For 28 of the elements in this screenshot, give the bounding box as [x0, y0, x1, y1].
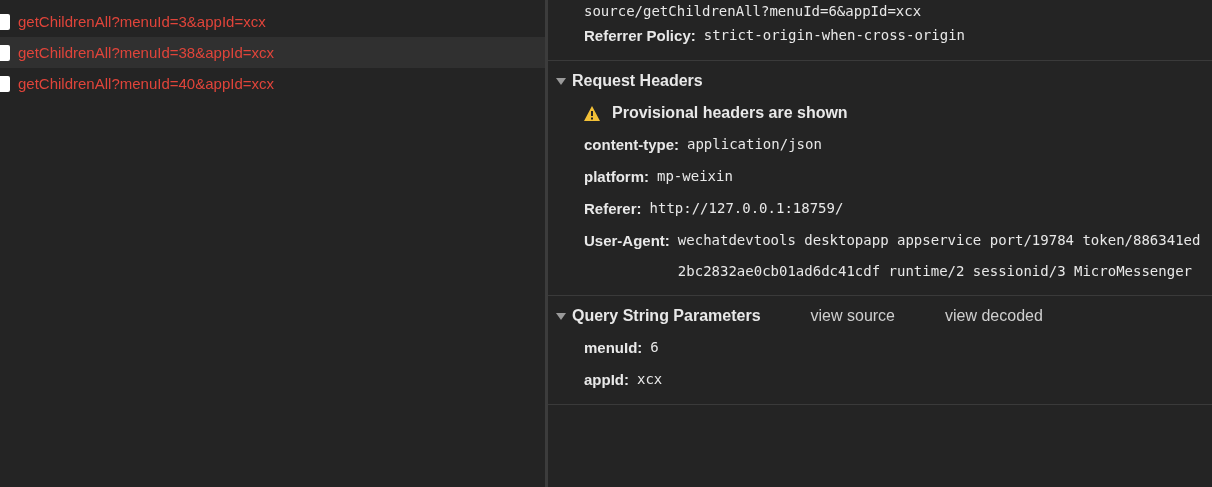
header-name: platform: — [584, 167, 649, 187]
header-name: Referer: — [584, 199, 642, 219]
view-link[interactable]: view source — [810, 300, 895, 332]
request-row[interactable]: getChildrenAll?menuId=3&appId=xcx — [0, 6, 545, 37]
view-link[interactable]: view decoded — [945, 300, 1043, 332]
header-value: mp-weixin — [657, 167, 733, 186]
header-name: appId: — [584, 370, 629, 390]
header-value: wechatdevtools desktopapp appservice port/19784 token/886341ed2bc2832ae0cb01ad6dc41cdf runtime/2 sessionid/3 MicroMessenger — [677, 231, 1202, 281]
header-value: xcx — [637, 370, 663, 389]
warning-icon — [584, 105, 600, 121]
header-value: strict-origin-when-cross-origin — [703, 26, 965, 45]
header-value: 6 — [650, 338, 659, 357]
header-name: content-type: — [584, 135, 679, 155]
triangle-icon[interactable] — [556, 76, 566, 86]
section-title[interactable]: Query String Parameters — [572, 300, 761, 332]
triangle-icon[interactable] — [556, 311, 566, 321]
header-value: source/getChildrenAll?menuId=6&appId=xcx — [584, 3, 922, 19]
header-value: application/json — [687, 135, 822, 154]
checkbox[interactable] — [0, 44, 10, 61]
checkbox[interactable] — [0, 75, 10, 92]
checkbox[interactable] — [0, 13, 10, 30]
header-value: http://127.0.0.1:18759/ — [649, 199, 844, 218]
header-name: Referrer Policy: — [584, 26, 696, 46]
header-name: User-Agent: — [584, 231, 670, 251]
section-title[interactable]: Request Headers — [572, 65, 703, 97]
warning-text: Provisional headers are shown — [612, 103, 848, 123]
request-row[interactable]: getChildrenAll?menuId=40&appId=xcx — [0, 68, 545, 99]
header-name: menuId: — [584, 338, 643, 358]
